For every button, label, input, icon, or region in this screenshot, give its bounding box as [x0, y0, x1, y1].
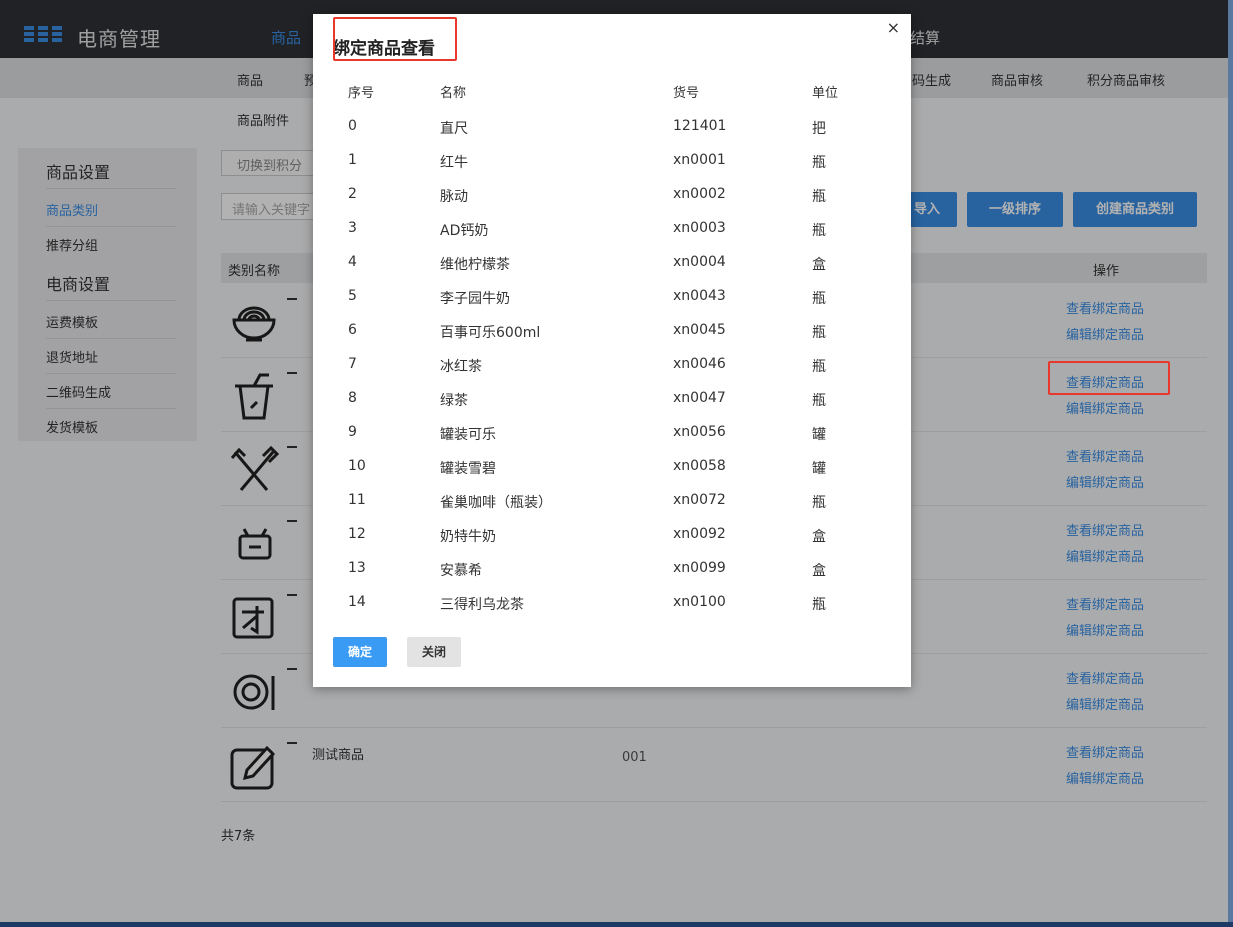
item-no: 11	[348, 492, 366, 508]
item-no: 2	[348, 186, 357, 202]
item-code: xn0043	[673, 288, 726, 304]
item-unit: 瓶	[812, 359, 826, 375]
item-name: 绿茶	[440, 393, 468, 409]
item-name: 直尺	[440, 121, 468, 137]
item-unit: 把	[812, 121, 826, 137]
item-no: 1	[348, 152, 357, 168]
item-unit: 盒	[812, 257, 826, 273]
highlight-box	[333, 17, 457, 61]
item-code: xn0099	[673, 560, 726, 576]
item-no: 4	[348, 254, 357, 270]
item-no: 10	[348, 458, 366, 474]
col-no: 序号	[348, 86, 375, 101]
item-name: 冰红茶	[440, 359, 482, 375]
item-name: 罐装可乐	[440, 427, 496, 443]
item-unit: 瓶	[812, 597, 826, 613]
table-row: 3 AD钙奶 xn0003 瓶	[333, 210, 909, 244]
table-row: 13 安慕希 xn0099 盒	[333, 550, 909, 584]
item-no: 13	[348, 560, 366, 576]
item-name: 奶特牛奶	[440, 529, 496, 545]
bound-goods-modal: 绑定商品查看 × 序号 名称 货号 单位 0 直尺 121401 把 1 红牛 xn0001…	[313, 14, 911, 687]
item-code: xn0072	[673, 492, 726, 508]
item-no: 5	[348, 288, 357, 304]
item-code: xn0047	[673, 390, 726, 406]
close-icon[interactable]: ×	[887, 18, 900, 37]
item-no: 8	[348, 390, 357, 406]
col-unit: 单位	[812, 86, 839, 101]
table-row: 12 奶特牛奶 xn0092 盒	[333, 516, 909, 550]
table-row: 10 罐装雪碧 xn0058 罐	[333, 448, 909, 482]
item-code: xn0003	[673, 220, 726, 236]
item-code: xn0046	[673, 356, 726, 372]
table-row: 6 百事可乐600ml xn0045 瓶	[333, 312, 909, 346]
table-row: 7 冰红茶 xn0046 瓶	[333, 346, 909, 380]
table-row: 9 罐装可乐 xn0056 罐	[333, 414, 909, 448]
item-unit: 盒	[812, 529, 826, 545]
table-row: 8 绿茶 xn0047 瓶	[333, 380, 909, 414]
window-edge	[1228, 0, 1233, 927]
item-unit: 瓶	[812, 155, 826, 171]
item-unit: 瓶	[812, 325, 826, 341]
item-code: xn0092	[673, 526, 726, 542]
item-code: xn0056	[673, 424, 726, 440]
table-row: 2 脉动 xn0002 瓶	[333, 176, 909, 210]
close-button[interactable]: 关闭	[407, 637, 461, 667]
item-code: 121401	[673, 118, 727, 134]
item-no: 9	[348, 424, 357, 440]
item-code: xn0001	[673, 152, 726, 168]
confirm-button[interactable]: 确定	[333, 637, 387, 667]
item-unit: 瓶	[812, 189, 826, 205]
item-name: AD钙奶	[440, 223, 489, 239]
col-name: 名称	[440, 86, 467, 101]
item-code: xn0045	[673, 322, 726, 338]
item-code: xn0002	[673, 186, 726, 202]
table-row: 11 雀巢咖啡（瓶装） xn0072 瓶	[333, 482, 909, 516]
table-row: 1 红牛 xn0001 瓶	[333, 142, 909, 176]
item-unit: 瓶	[812, 393, 826, 409]
bound-goods-table: 序号 名称 货号 单位 0 直尺 121401 把 1 红牛 xn0001 瓶 2 脉动 xn000…	[333, 70, 909, 616]
item-no: 14	[348, 594, 366, 610]
item-name: 维他柠檬茶	[440, 257, 510, 273]
table-row: 0 直尺 121401 把	[333, 108, 909, 142]
item-code: xn0058	[673, 458, 726, 474]
col-code: 货号	[673, 86, 700, 101]
item-no: 7	[348, 356, 357, 372]
item-no: 12	[348, 526, 366, 542]
item-unit: 瓶	[812, 223, 826, 239]
item-name: 雀巢咖啡（瓶装）	[440, 495, 552, 511]
item-unit: 罐	[812, 461, 826, 477]
item-no: 3	[348, 220, 357, 236]
item-name: 红牛	[440, 155, 468, 171]
highlight-box	[1048, 361, 1170, 395]
item-code: xn0100	[673, 594, 726, 610]
table-row: 4 维他柠檬茶 xn0004 盒	[333, 244, 909, 278]
item-name: 罐装雪碧	[440, 461, 496, 477]
item-name: 安慕希	[440, 563, 482, 579]
item-unit: 瓶	[812, 291, 826, 307]
item-name: 李子园牛奶	[440, 291, 510, 307]
item-no: 0	[348, 118, 357, 134]
item-unit: 罐	[812, 427, 826, 443]
table-row: 14 三得利乌龙茶 xn0100 瓶	[333, 584, 909, 616]
item-no: 6	[348, 322, 357, 338]
item-name: 脉动	[440, 189, 468, 205]
item-code: xn0004	[673, 254, 726, 270]
item-unit: 盒	[812, 563, 826, 579]
item-unit: 瓶	[812, 495, 826, 511]
item-name: 百事可乐600ml	[440, 325, 541, 341]
item-name: 三得利乌龙茶	[440, 597, 524, 613]
table-row: 5 李子园牛奶 xn0043 瓶	[333, 278, 909, 312]
table-header: 序号 名称 货号 单位	[333, 70, 909, 108]
window-edge	[0, 922, 1233, 927]
